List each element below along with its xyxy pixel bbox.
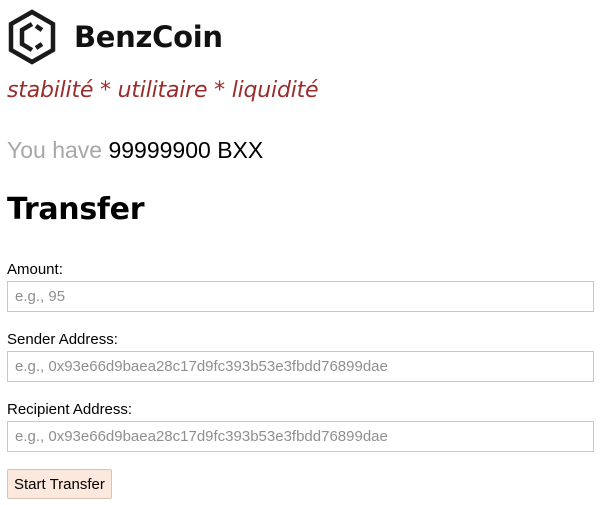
sender-address-label: Sender Address: xyxy=(7,331,118,348)
start-transfer-button[interactable]: Start Transfer xyxy=(7,469,112,499)
transfer-title: Transfer xyxy=(7,192,145,227)
amount-input[interactable] xyxy=(7,281,594,312)
recipient-address-label: Recipient Address: xyxy=(7,401,133,418)
app-name: BenzCoin xyxy=(74,20,223,54)
tagline: stabilité * utilitaire * liquidité xyxy=(7,78,319,103)
balance-line: You have 99999900 BXX xyxy=(7,137,263,164)
amount-label: Amount: xyxy=(7,261,63,278)
sender-address-input[interactable] xyxy=(7,351,594,382)
balance-prefix: You have xyxy=(7,137,103,163)
balance-amount: 99999900 BXX xyxy=(108,137,264,163)
recipient-address-input[interactable] xyxy=(7,421,594,452)
app-header: BenzCoin xyxy=(7,9,223,65)
hexagon-logo-icon xyxy=(8,9,56,65)
